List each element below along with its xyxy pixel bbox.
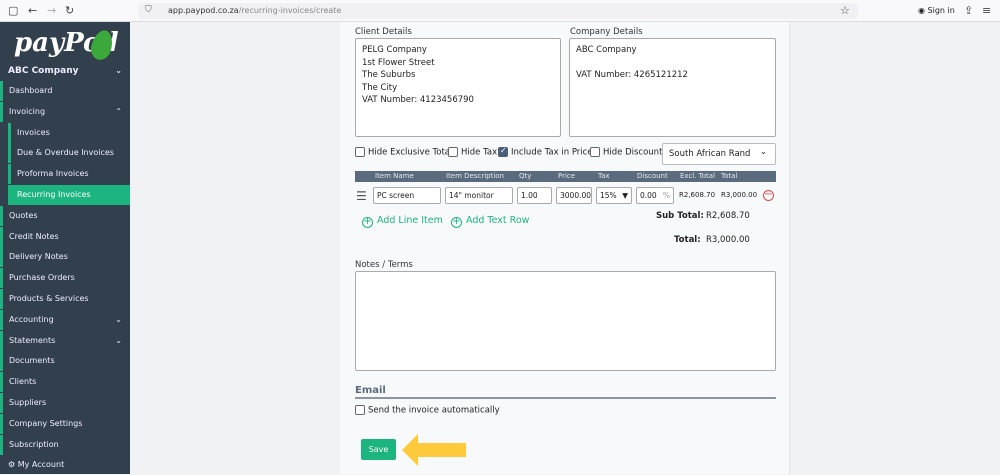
items-table-header: Item Name Item Description Qty Price Tax Disc… bbox=[355, 171, 776, 182]
currency-select[interactable]: South African Rand ⌄ bbox=[662, 143, 776, 165]
sidebar-item-dashboard[interactable]: Dashboard bbox=[0, 81, 130, 101]
qty-input[interactable]: 1.00 bbox=[517, 187, 552, 204]
plus-circle-icon: + bbox=[362, 216, 373, 228]
discount-input[interactable]: 0.00% bbox=[636, 187, 674, 204]
column-header: Tax bbox=[598, 172, 610, 180]
column-header: Discount bbox=[637, 172, 668, 180]
bookmark-star-icon[interactable]: ☆ bbox=[840, 4, 850, 17]
sidebar-item-delivery-notes[interactable]: Delivery Notes bbox=[0, 247, 130, 268]
tax-select[interactable]: 15% ▼ bbox=[596, 187, 632, 204]
tab-icon[interactable]: ▢ bbox=[8, 4, 18, 17]
sidebar-item-due-overdue-invoices[interactable]: Due & Overdue Invoices bbox=[8, 143, 130, 164]
column-header: Excl. Total bbox=[680, 172, 716, 180]
dropdown-arrow-icon: ▼ bbox=[622, 191, 628, 200]
chevron-down-icon: ⌄ bbox=[115, 335, 122, 345]
sidebar-item-clients[interactable]: Clients bbox=[0, 372, 130, 393]
client-details-input[interactable]: PELG Company 1st Flower Street The Subur… bbox=[355, 38, 561, 137]
sidebar-item-invoices[interactable]: Invoices bbox=[8, 122, 130, 143]
sidebar-item-statements[interactable]: Statements ⌄ bbox=[0, 330, 130, 351]
browser-toolbar: ▢ ← → ↻ app.paypod.co.za/recurring-invoi… bbox=[0, 0, 1000, 22]
sidebar-item-accounting[interactable]: Accounting ⌄ bbox=[0, 309, 130, 330]
hide-tax-checkbox[interactable]: Hide Tax bbox=[448, 147, 497, 158]
sign-in-button[interactable]: ◉ Sign in bbox=[918, 6, 955, 15]
sidebar-item-quotes[interactable]: Quotes bbox=[0, 205, 130, 226]
add-line-item-button[interactable]: + Add Line Item bbox=[362, 215, 443, 228]
sidebar-item-company-settings[interactable]: Company Settings bbox=[0, 413, 130, 434]
company-details-input[interactable]: ABC Company VAT Number: 4265121212 bbox=[569, 38, 776, 137]
column-header: Qty bbox=[519, 172, 532, 180]
column-header: Item Name bbox=[375, 172, 414, 180]
notes-label: Notes / Terms bbox=[355, 260, 413, 270]
excl-total-value: R2,608.70 bbox=[679, 191, 716, 199]
sidebar-item-recurring-invoices[interactable]: Recurring Invoices bbox=[8, 185, 130, 205]
total-label: Total: bbox=[674, 235, 701, 245]
total-value: R3,000.00 bbox=[721, 191, 758, 199]
column-header: Item Description bbox=[446, 172, 505, 180]
sidebar: payPod ABC Company ⌄ Dashboard Invoicing ⌃ I… bbox=[0, 22, 130, 474]
menu-icon[interactable]: ≡ bbox=[982, 4, 991, 17]
save-button[interactable]: Save bbox=[361, 439, 396, 460]
column-header: Total bbox=[721, 172, 738, 180]
client-details-label: Client Details bbox=[355, 27, 412, 37]
include-tax-checkbox[interactable]: Include Tax in Price bbox=[498, 146, 593, 158]
price-input[interactable]: 3000.00 bbox=[556, 187, 592, 204]
sidebar-item-purchase-orders[interactable]: Purchase Orders bbox=[0, 268, 130, 289]
gear-icon: ⚙ bbox=[8, 460, 18, 470]
address-bar[interactable]: app.paypod.co.za/recurring-invoices/crea… bbox=[138, 3, 858, 19]
subtotal-value: R2,608.70 bbox=[706, 211, 750, 221]
item-name-input[interactable]: PC screen bbox=[373, 187, 441, 204]
send-automatically-checkbox[interactable]: Send the invoice automatically bbox=[355, 405, 500, 416]
chevron-down-icon: ⌄ bbox=[115, 66, 122, 75]
column-header: Price bbox=[558, 172, 576, 180]
extensions-icon[interactable]: ⇪ bbox=[964, 4, 973, 17]
chevron-down-icon: ⌄ bbox=[115, 314, 122, 324]
grand-total-value: R3,000.00 bbox=[706, 235, 750, 245]
hide-exclusive-total-checkbox[interactable]: Hide Exclusive Total bbox=[355, 147, 452, 158]
sidebar-item-subscription[interactable]: Subscription bbox=[0, 434, 130, 455]
chevron-down-icon: ⌄ bbox=[759, 147, 767, 157]
notes-textarea[interactable] bbox=[355, 271, 776, 371]
chevron-up-icon: ⌃ bbox=[115, 106, 122, 116]
plus-circle-icon: + bbox=[451, 216, 462, 228]
add-text-row-button[interactable]: + Add Text Row bbox=[451, 215, 529, 228]
back-icon[interactable]: ← bbox=[28, 4, 37, 17]
shield-icon: ⛉ bbox=[145, 5, 152, 15]
sidebar-item-products-services[interactable]: Products & Services bbox=[0, 289, 130, 309]
email-heading: Email bbox=[355, 385, 776, 399]
subtotal-label: Sub Total: bbox=[656, 211, 704, 221]
remove-row-icon[interactable]: − bbox=[763, 190, 774, 201]
sidebar-item-documents[interactable]: Documents bbox=[0, 351, 130, 372]
company-selector[interactable]: ABC Company ⌄ bbox=[0, 61, 130, 81]
sidebar-item-my-account[interactable]: ⚙ My Account bbox=[0, 455, 130, 475]
sidebar-item-credit-notes[interactable]: Credit Notes bbox=[0, 226, 130, 247]
item-description-input[interactable]: 14" monitor bbox=[445, 187, 513, 204]
sidebar-item-invoicing[interactable]: Invoicing ⌃ bbox=[0, 101, 130, 122]
reload-icon[interactable]: ↻ bbox=[65, 4, 74, 17]
drag-handle-icon[interactable]: ☰ bbox=[356, 189, 367, 203]
forward-icon[interactable]: → bbox=[47, 4, 56, 17]
sidebar-item-suppliers[interactable]: Suppliers bbox=[0, 393, 130, 413]
company-details-label: Company Details bbox=[570, 27, 643, 37]
arrow-annotation-icon bbox=[402, 434, 466, 466]
sidebar-item-proforma-invoices[interactable]: Proforma Invoices bbox=[8, 164, 130, 185]
hide-discount-checkbox[interactable]: Hide Discount bbox=[590, 147, 662, 158]
